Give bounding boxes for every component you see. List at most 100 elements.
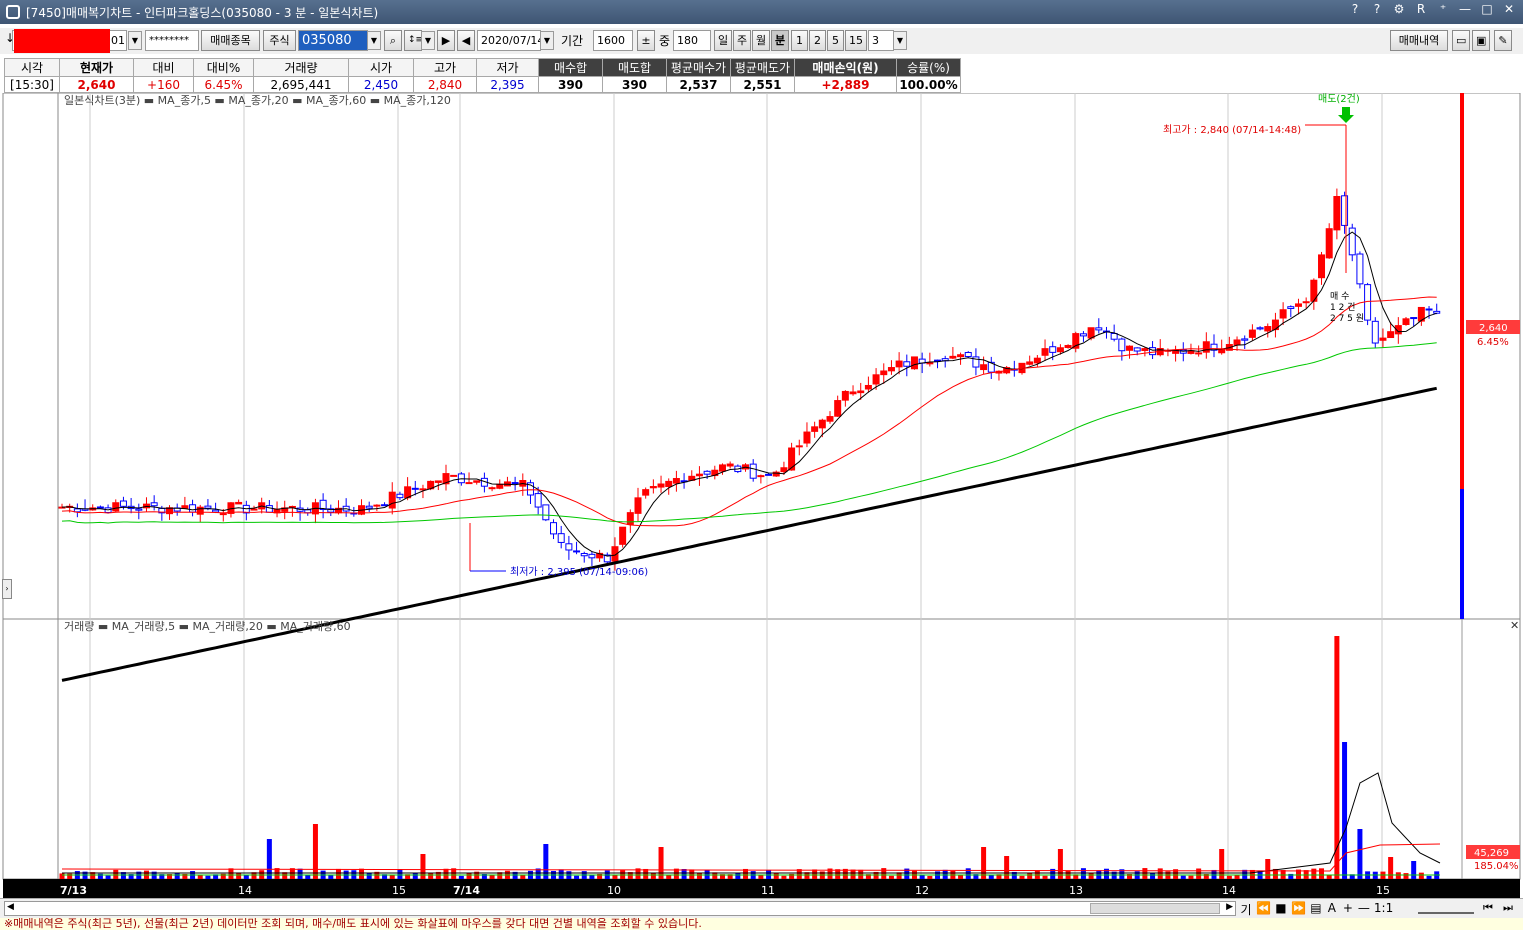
password-input[interactable]: ******** (145, 30, 199, 51)
folder-icon[interactable]: ▭ (1452, 30, 1470, 51)
chart-scrollbar[interactable]: ◀ ▶ (4, 901, 1236, 916)
volume-bar (228, 868, 234, 879)
candle-body (150, 502, 158, 507)
minute-5-button[interactable]: 5 (827, 30, 844, 51)
market-select[interactable]: 주식 (263, 30, 296, 51)
minute-value-input[interactable]: 3 (868, 30, 894, 51)
search-icon[interactable]: ⌕ (384, 30, 402, 51)
stock-code-input[interactable]: 035080 (298, 30, 368, 51)
volume-bar (1042, 875, 1048, 879)
question-icon[interactable]: ? (1369, 2, 1385, 16)
zoom-ratio[interactable]: 1:1 (1374, 901, 1393, 918)
volume-bar (312, 824, 318, 879)
candle-body (1248, 329, 1256, 338)
volume-bar (781, 875, 787, 879)
interval-week-button[interactable]: 주 (733, 30, 751, 51)
volume-bar (1027, 873, 1033, 879)
candle (288, 505, 296, 517)
candle (749, 459, 757, 482)
interval-minute-button[interactable]: 분 (771, 30, 789, 51)
period-input[interactable]: 1600 (593, 30, 633, 51)
chart-area[interactable]: 7/13 14 15 7/14 10 11 12 13 14 15 일본식차트(3분) ▬ MA_… (0, 93, 1523, 898)
candle (1310, 278, 1318, 310)
candle (849, 385, 857, 396)
prev-button[interactable]: ◀ (457, 30, 475, 51)
chart-grid: 7/13 14 15 7/14 10 11 12 13 14 15 (2, 93, 1521, 898)
current-pct-label: 6.45% (1477, 337, 1509, 348)
r-icon[interactable]: R (1413, 2, 1429, 16)
layout-icon[interactable]: ▤ (1310, 901, 1322, 918)
zoom-in-icon[interactable]: + (1342, 901, 1354, 918)
scrollbar-thumb[interactable] (1090, 903, 1220, 914)
control-gi[interactable]: 기 (1240, 901, 1252, 918)
volume-bar (735, 872, 741, 879)
candle-body (419, 488, 427, 491)
rewind-icon[interactable]: ⏪ (1256, 901, 1271, 918)
count-input[interactable]: 180 (673, 30, 711, 51)
current-price-label: 2,640 (1479, 323, 1508, 334)
candle (903, 354, 911, 377)
volume-bar (105, 875, 111, 879)
volume-bar (658, 847, 664, 879)
zoom-out-icon[interactable]: — (1358, 901, 1370, 918)
volume-bar (850, 869, 856, 879)
sort-dropdown-icon[interactable]: ▼ (421, 31, 435, 50)
code-dropdown-icon[interactable]: ▼ (367, 31, 381, 50)
date-input[interactable]: 2020/07/14 (477, 30, 541, 51)
trade-items-button[interactable]: 매매종목 (201, 30, 260, 51)
minute-1-button[interactable]: 1 (791, 30, 808, 51)
header-open: 시가 (348, 58, 414, 77)
settings-icon[interactable]: ⚙ (1391, 2, 1407, 16)
next-button[interactable]: ▶ (437, 30, 455, 51)
candle-body (834, 400, 842, 417)
value-change: +160 (133, 76, 194, 93)
candle (1264, 323, 1272, 338)
candle-body (557, 533, 565, 543)
account-dropdown-icon[interactable]: ▼ (128, 31, 142, 50)
current-volume-label: 45,269 (1474, 848, 1509, 859)
sort-icon[interactable]: ↕≡ (404, 30, 422, 51)
stop-icon[interactable]: ■ (1275, 901, 1287, 918)
candle-body (895, 360, 903, 368)
candle-body (1433, 310, 1441, 314)
candlestick-chart[interactable]: 7/13 14 15 7/14 10 11 12 13 14 15 일본식차트(3분) ▬ MA_… (0, 93, 1523, 898)
last-page-icon[interactable]: ⏭ (1503, 901, 1513, 915)
plus-minus-icon[interactable]: ± (637, 30, 655, 51)
minimize-button[interactable]: — (1457, 2, 1473, 16)
trade-history-button[interactable]: 매매내역 (1390, 30, 1448, 51)
candle-body (588, 553, 596, 559)
date-dropdown-icon[interactable]: ▼ (540, 31, 554, 50)
price-legend: 일본식차트(3분) ▬ MA_종가,5 ▬ MA_종가,20 ▬ MA_종가,6… (64, 93, 451, 107)
interval-month-button[interactable]: 월 (752, 30, 770, 51)
candle-body (1333, 196, 1341, 231)
zoom-slider[interactable] (1418, 900, 1474, 914)
scroll-left-icon[interactable]: ◀ (7, 902, 14, 912)
text-icon[interactable]: A (1326, 901, 1338, 918)
redacted-account (14, 29, 110, 53)
interval-day-button[interactable]: 일 (714, 30, 732, 51)
position-bar-down (1460, 489, 1464, 619)
scroll-right-icon[interactable]: ▶ (1226, 902, 1233, 912)
volume-bar (574, 875, 580, 879)
volume-bar (1150, 872, 1156, 879)
price-table-header: 시각 현재가 대비 대비% 거래량 시가 고가 저가 매수합 매도합 평균매수가… (4, 58, 961, 77)
first-page-icon[interactable]: ⏮ (1483, 901, 1493, 915)
candle (657, 475, 665, 493)
tools-icon[interactable]: ✎ (1494, 30, 1512, 51)
candle-body (1026, 361, 1034, 365)
fast-forward-icon[interactable]: ⏩ (1291, 901, 1306, 918)
candle (1072, 331, 1080, 353)
close-button[interactable]: ✕ (1501, 2, 1517, 16)
pin-icon[interactable]: ⁺ (1435, 2, 1451, 16)
volume-bar (988, 875, 994, 879)
help-icon[interactable]: ? (1347, 2, 1363, 16)
candle (596, 549, 604, 562)
candle-body (657, 483, 665, 488)
save-icon[interactable]: ▣ (1472, 30, 1490, 51)
candle (626, 509, 634, 533)
left-collapse-tab[interactable]: › (2, 579, 12, 599)
minute-2-button[interactable]: 2 (809, 30, 826, 51)
maximize-button[interactable]: □ (1479, 2, 1495, 16)
minute-15-button[interactable]: 15 (845, 30, 867, 51)
minute-dropdown-icon[interactable]: ▼ (893, 31, 907, 50)
